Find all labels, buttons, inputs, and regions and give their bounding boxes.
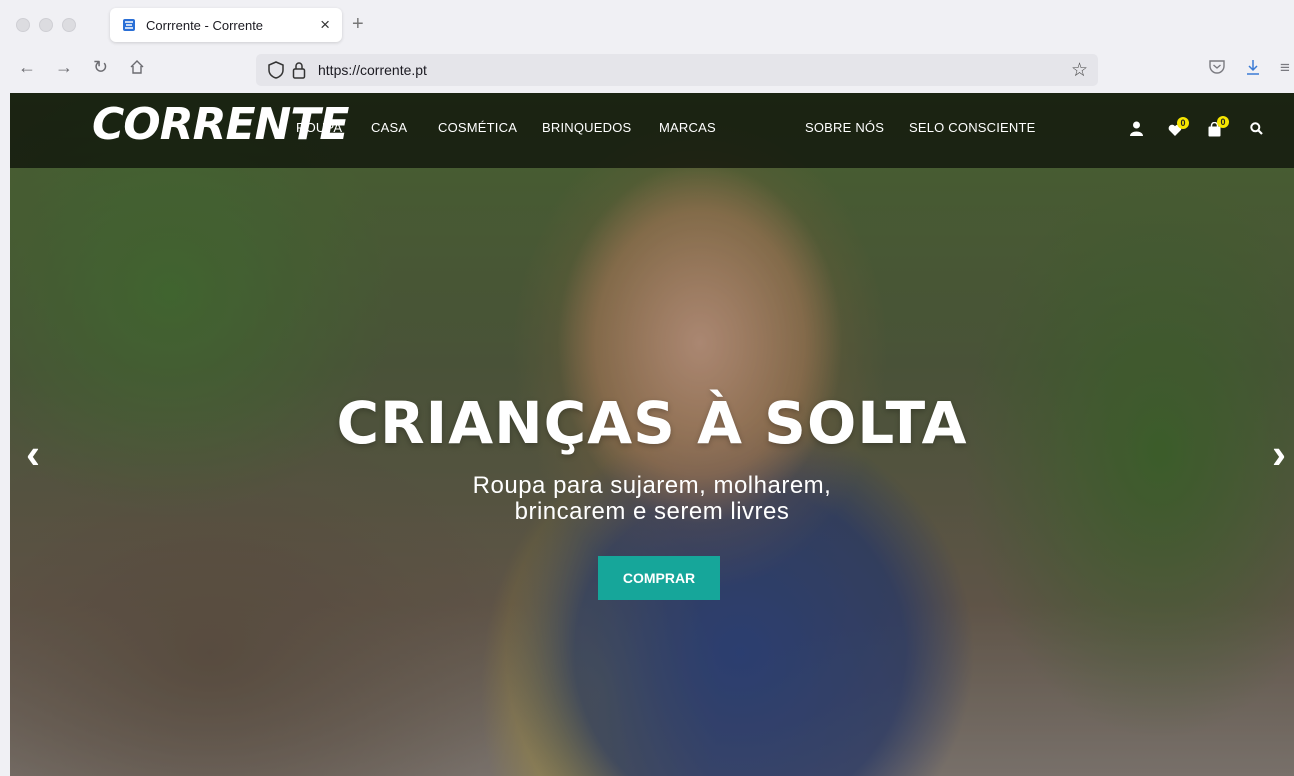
wishlist-button[interactable]: 0: [1168, 117, 1192, 141]
window-controls: [16, 18, 76, 32]
hero-section: CORRENTE ROUPA CASA COSMÉTICA BRINQUEDOS…: [10, 93, 1294, 776]
browser-chrome: Corrrente - Corrente × + ← → ↻ https://c…: [0, 0, 1294, 93]
address-bar[interactable]: https://corrente.pt ☆: [256, 54, 1098, 86]
cart-button[interactable]: 0: [1208, 116, 1232, 140]
site-header: CORRENTE ROUPA CASA COSMÉTICA BRINQUEDOS…: [10, 93, 1294, 168]
nav-item-marcas[interactable]: MARCAS: [659, 120, 716, 135]
close-window-button[interactable]: [16, 18, 30, 32]
nav-item-brinquedos[interactable]: BRINQUEDOS: [542, 120, 631, 135]
cart-count-badge: 0: [1217, 116, 1229, 128]
back-icon[interactable]: ←: [18, 58, 36, 76]
tab-close-icon[interactable]: ×: [320, 15, 330, 35]
home-icon[interactable]: [128, 58, 146, 76]
minimize-window-button[interactable]: [39, 18, 53, 32]
new-tab-button[interactable]: +: [352, 13, 364, 36]
nav-item-casa[interactable]: CASA: [371, 120, 407, 135]
wishlist-count-badge: 0: [1177, 117, 1189, 129]
shield-icon[interactable]: [268, 61, 284, 79]
shop-now-button[interactable]: COMPRAR: [598, 556, 720, 600]
account-icon[interactable]: [1130, 121, 1143, 136]
tab-title: Corrrente - Corrente: [146, 18, 264, 33]
site-favicon-icon: [123, 19, 135, 31]
hero-title: CRIANÇAS À SOLTA: [336, 389, 968, 457]
lock-icon[interactable]: [292, 61, 306, 79]
forward-icon[interactable]: →: [55, 58, 73, 76]
bookmark-star-icon[interactable]: ☆: [1071, 59, 1088, 82]
menu-icon[interactable]: ≡: [1280, 58, 1290, 78]
hero-subtitle: Roupa para sujarem, molharem, brincarem …: [472, 472, 832, 525]
pocket-icon[interactable]: [1208, 58, 1226, 76]
zoom-window-button[interactable]: [62, 18, 76, 32]
nav-item-sobre-nos[interactable]: SOBRE NÓS: [805, 120, 884, 135]
nav-item-selo-consciente[interactable]: SELO CONSCIENTE: [909, 120, 1036, 135]
nav-item-cosmetica[interactable]: COSMÉTICA: [438, 120, 517, 135]
reload-icon[interactable]: ↻: [93, 58, 108, 76]
download-icon[interactable]: [1244, 58, 1262, 76]
nav-item-roupa[interactable]: ROUPA: [296, 120, 342, 135]
browser-tab[interactable]: Corrrente - Corrente ×: [110, 8, 342, 42]
search-icon[interactable]: [1250, 122, 1263, 135]
url-text: https://corrente.pt: [318, 62, 427, 78]
